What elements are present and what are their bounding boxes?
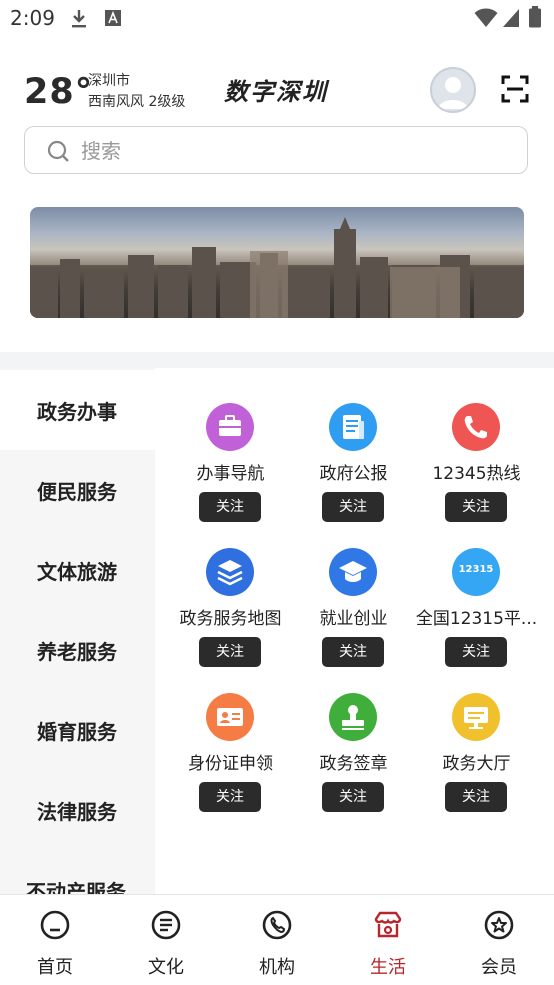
search-icon — [47, 140, 69, 162]
font-a-icon — [105, 10, 121, 26]
service-label: 政府公报 — [319, 464, 388, 484]
graduation-cap-icon — [329, 548, 377, 596]
status-time: 2:09 — [10, 6, 55, 30]
service-item[interactable]: 身份证申领 关注 — [169, 693, 292, 833]
sidebar-item-marriage-birth[interactable]: 婚育服务 — [0, 690, 155, 770]
follow-button[interactable]: 关注 — [322, 492, 384, 522]
skyline-illustration — [30, 217, 524, 318]
follow-button[interactable]: 关注 — [322, 637, 384, 667]
nav-label: 首页 — [37, 957, 73, 978]
app-logo: 数字深圳 — [224, 77, 328, 106]
service-item[interactable]: 办事导航 关注 — [169, 403, 292, 543]
nav-institution[interactable]: 机构 — [222, 895, 332, 985]
follow-button[interactable]: 关注 — [445, 492, 507, 522]
service-item[interactable]: 政府公报 关注 — [292, 403, 415, 543]
follow-button[interactable]: 关注 — [322, 782, 384, 812]
service-label: 办事导航 — [196, 464, 265, 484]
service-item[interactable]: 12315 全国12315平... 关注 — [415, 548, 538, 688]
follow-button[interactable]: 关注 — [445, 782, 507, 812]
follow-button[interactable]: 关注 — [199, 782, 261, 812]
bottom-nav: 首页 文化 机构 生活 会员 — [0, 894, 554, 985]
service-label: 全国12315平... — [415, 609, 538, 629]
service-item[interactable]: 政务大厅 关注 — [415, 693, 538, 833]
category-sidebar: 政务办事 便民服务 文体旅游 养老服务 婚育服务 法律服务 不动产服务 — [0, 368, 155, 894]
follow-button[interactable]: 关注 — [199, 637, 261, 667]
wifi-icon — [474, 8, 498, 27]
service-item[interactable]: 政务服务地图 关注 — [169, 548, 292, 688]
service-label: 身份证申领 — [188, 754, 273, 774]
nav-life[interactable]: 生活 — [333, 895, 443, 985]
badge-12315-text: 12315 — [458, 564, 494, 575]
service-label: 政务签章 — [319, 754, 388, 774]
service-label: 就业创业 — [319, 609, 388, 629]
user-avatar-icon — [438, 77, 468, 109]
wind-info: 西南风风 2级级 — [88, 94, 186, 110]
service-label: 政务服务地图 — [179, 609, 282, 629]
document-icon — [329, 403, 377, 451]
signal-icon — [503, 9, 519, 27]
service-label: 12345热线 — [432, 464, 521, 484]
service-item[interactable]: 12345热线 关注 — [415, 403, 538, 543]
follow-button[interactable]: 关注 — [199, 492, 261, 522]
briefcase-icon — [206, 403, 254, 451]
service-item[interactable]: 政务签章 关注 — [292, 693, 415, 833]
nav-home[interactable]: 首页 — [0, 895, 110, 985]
service-label: 政务大厅 — [442, 754, 511, 774]
badge-12315-icon: 12315 — [452, 548, 500, 596]
temperature: 28° — [24, 72, 94, 112]
nav-culture[interactable]: 文化 — [111, 895, 221, 985]
nav-label: 机构 — [259, 957, 295, 978]
monitor-icon — [452, 693, 500, 741]
city-banner-image[interactable] — [30, 207, 524, 318]
layers-icon — [206, 548, 254, 596]
member-star-icon — [484, 910, 514, 940]
service-item[interactable]: 就业创业 关注 — [292, 548, 415, 688]
sidebar-item-convenience[interactable]: 便民服务 — [0, 450, 155, 530]
home-face-icon — [40, 910, 70, 940]
follow-button[interactable]: 关注 — [445, 637, 507, 667]
scan-icon[interactable] — [500, 74, 530, 104]
nav-label: 文化 — [148, 957, 184, 978]
stamp-icon — [329, 693, 377, 741]
phone-icon — [452, 403, 500, 451]
id-card-icon — [206, 693, 254, 741]
life-shop-icon — [374, 911, 402, 938]
sidebar-item-real-estate[interactable]: 不动产服务 — [0, 850, 155, 895]
culture-doc-icon — [151, 910, 181, 940]
nav-label: 会员 — [481, 957, 517, 978]
institution-phone-icon — [262, 910, 292, 940]
sidebar-item-government-affairs[interactable]: 政务办事 — [0, 370, 155, 450]
nav-label: 生活 — [370, 957, 406, 978]
sidebar-item-legal[interactable]: 法律服务 — [0, 770, 155, 850]
battery-icon — [529, 6, 541, 28]
nav-member[interactable]: 会员 — [444, 895, 554, 985]
search-input[interactable] — [79, 136, 483, 166]
sidebar-item-elderly-care[interactable]: 养老服务 — [0, 610, 155, 690]
search-bar[interactable] — [24, 126, 528, 174]
section-divider — [0, 352, 554, 368]
avatar[interactable] — [430, 67, 476, 113]
city-name: 深圳市 — [88, 73, 130, 89]
download-icon — [72, 10, 86, 28]
sidebar-item-culture-tourism[interactable]: 文体旅游 — [0, 530, 155, 610]
